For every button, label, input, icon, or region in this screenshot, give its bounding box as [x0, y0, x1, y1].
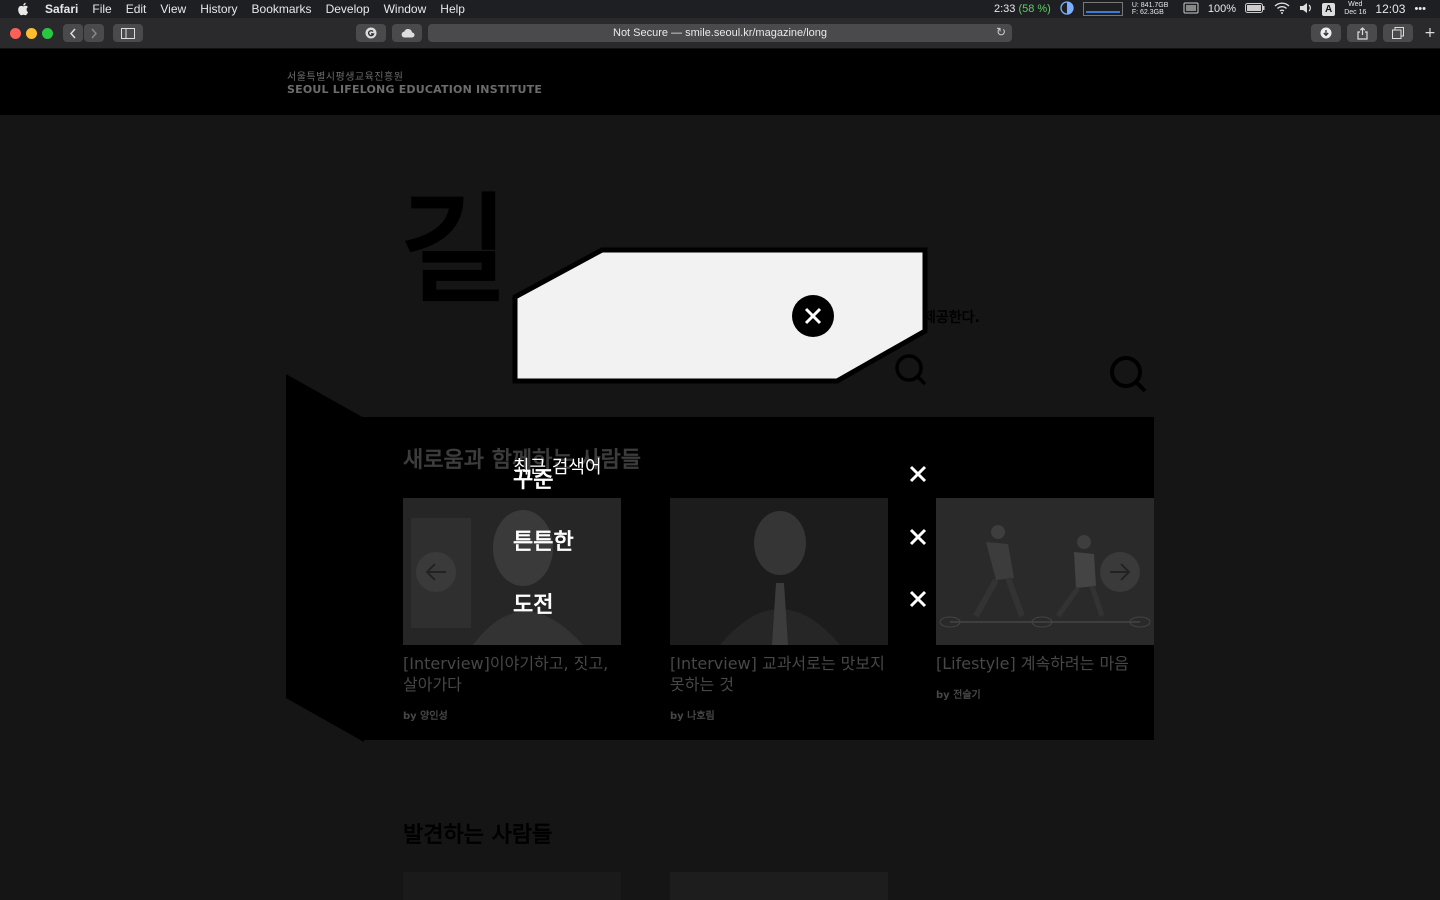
recent-search-term[interactable]: 튼튼한 [513, 524, 574, 556]
remove-recent-icon[interactable] [906, 587, 930, 611]
address-text: Not Secure — smile.seoul.kr/magazine/lon… [613, 27, 827, 39]
site-header: 서울특별시평생교육진흥원 SEOUL LIFELONG EDUCATION IN… [0, 49, 1440, 115]
remove-recent-icon[interactable] [906, 525, 930, 549]
grammarly-icon [365, 27, 377, 39]
disk-icon[interactable] [1183, 2, 1199, 17]
extension-button[interactable] [356, 24, 386, 42]
card-title[interactable]: [Interview] 교과서로는 맛보지 못하는 것 [670, 653, 892, 695]
sidebar-icon [121, 27, 135, 39]
download-icon [1320, 27, 1332, 39]
card-author: by 나호림 [670, 711, 715, 722]
share-button[interactable] [1347, 24, 1377, 42]
battery-full-value: 100% [1207, 3, 1236, 15]
reload-icon[interactable]: ↻ [996, 25, 1006, 39]
section-title-discover-people: 발견하는 사람들 [403, 823, 553, 848]
back-button[interactable] [63, 24, 83, 42]
input-source-icon[interactable]: A [1321, 2, 1336, 16]
menu-app-safari[interactable]: Safari [38, 0, 85, 18]
mem-used: U: 841.7GB [1131, 2, 1169, 9]
panel-arrow-shape [286, 374, 364, 742]
search-submit-icon[interactable] [892, 351, 928, 387]
forward-button[interactable] [84, 24, 104, 42]
site-logo-english[interactable]: SEOUL LIFELONG EDUCATION INSTITUTE [287, 83, 542, 96]
share-icon [1356, 26, 1368, 40]
card-title[interactable]: [Interview]이야기하고, 짓고, 살아가다 [403, 653, 623, 695]
menu-history[interactable]: History [193, 0, 244, 18]
downloads-button[interactable] [1311, 24, 1341, 42]
tabs-overview-button[interactable] [1383, 24, 1413, 42]
menu-view[interactable]: View [153, 0, 193, 18]
remove-recent-icon[interactable] [906, 462, 930, 486]
moon-icon[interactable] [1060, 0, 1074, 18]
menu-edit[interactable]: Edit [119, 0, 154, 18]
mem-free: F: 62.3GB [1131, 9, 1164, 16]
menu-window[interactable]: Window [377, 0, 434, 18]
clock-date-value: Dec 16 [1344, 9, 1367, 16]
browser-toolbar: Not Secure — smile.seoul.kr/magazine/lon… [0, 18, 1440, 49]
clock-date[interactable]: Wed Dec 16 [1344, 1, 1366, 17]
menu-develop[interactable]: Develop [319, 0, 377, 18]
card-author: by 양인성 [403, 711, 448, 722]
card-image[interactable] [670, 498, 888, 645]
clock-day: Wed [1348, 1, 1363, 8]
close-icon [804, 307, 822, 325]
search-icon[interactable] [1108, 354, 1148, 394]
cloud-icon [401, 29, 414, 38]
tabs-icon [1392, 27, 1404, 39]
more-icon[interactable]: ••• [1414, 3, 1426, 15]
volume-icon[interactable] [1299, 2, 1313, 17]
card-author: by 전슬기 [936, 690, 981, 701]
chevron-left-icon [69, 28, 76, 38]
sidebar-toggle-button[interactable] [113, 24, 143, 42]
search-close-button[interactable] [792, 295, 834, 337]
status-time[interactable]: 2:33 (58 %) [994, 3, 1051, 15]
menu-help[interactable]: Help [433, 0, 472, 18]
arrow-left-icon [425, 563, 446, 581]
status-battery-pct: (58 %) [1018, 3, 1051, 15]
card-image[interactable] [403, 872, 621, 900]
card-image[interactable] [670, 872, 888, 900]
menu-file[interactable]: File [85, 0, 118, 18]
network-graph-icon[interactable] [1082, 2, 1123, 16]
recent-search-term[interactable]: 도전 [513, 587, 553, 619]
window-close-button[interactable] [10, 28, 21, 39]
arrow-right-icon [1110, 563, 1131, 581]
recent-search-term[interactable]: 꾸준 [513, 462, 553, 494]
magazine-title: 길 [400, 181, 509, 319]
slider-next-button[interactable] [1100, 552, 1140, 592]
menu-bar: Safari File Edit View History Bookmarks … [0, 0, 1440, 18]
status-time-value: 2:33 [993, 3, 1016, 15]
icloud-button[interactable] [392, 24, 422, 42]
menu-bookmarks[interactable]: Bookmarks [245, 0, 319, 18]
slider-prev-button[interactable] [416, 552, 456, 592]
chevron-right-icon [91, 28, 98, 38]
battery-readout[interactable]: 100% [1208, 3, 1236, 15]
search-input[interactable] [540, 277, 780, 347]
memory-readout[interactable]: U: 841.7GB F: 62.3GB [1132, 2, 1174, 16]
window-minimize-button[interactable] [26, 28, 37, 39]
web-page: 서울특별시평생교육진흥원 SEOUL LIFELONG EDUCATION IN… [0, 49, 1440, 900]
window-zoom-button[interactable] [42, 28, 53, 39]
battery-icon[interactable] [1244, 2, 1265, 16]
apple-icon[interactable] [16, 2, 30, 16]
address-bar[interactable]: Not Secure — smile.seoul.kr/magazine/lon… [428, 24, 1012, 42]
card-photo-2 [670, 498, 888, 645]
site-logo-korean[interactable]: 서울특별시평생교육진흥원 [287, 68, 403, 83]
card-title[interactable]: [Lifestyle] 계속하려는 마음 [936, 653, 1154, 674]
status-area: 2:33 (58 %) U: 841.7GB F: 62.3GB 100% A W… [994, 0, 1426, 18]
clock-time[interactable]: 12:03 [1375, 2, 1405, 16]
wifi-icon[interactable] [1274, 1, 1290, 17]
new-tab-icon[interactable]: + [1422, 24, 1438, 42]
